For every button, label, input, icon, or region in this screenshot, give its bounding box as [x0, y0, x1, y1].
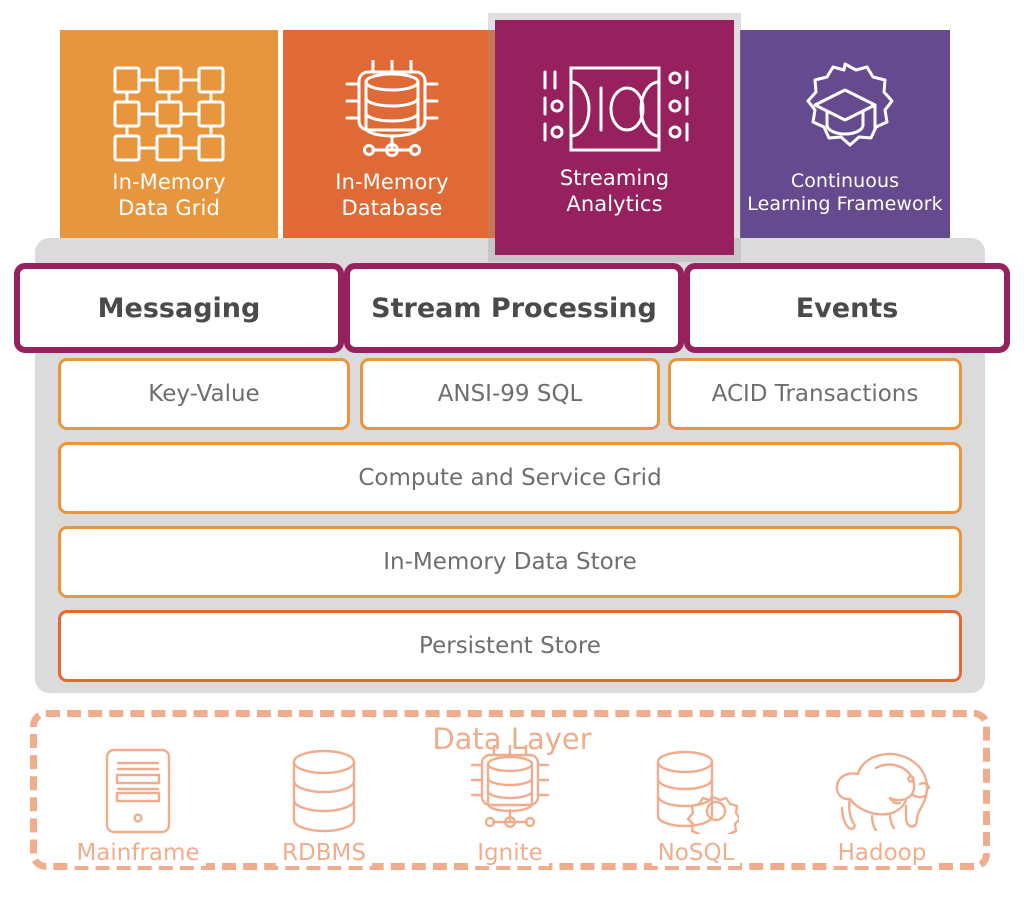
data-source-rdbms[interactable]: RDBMS	[231, 745, 417, 885]
mainframe-tower-icon	[101, 745, 175, 837]
data-source-label: Ignite	[471, 840, 549, 867]
binary-stream-icon	[535, 54, 695, 166]
data-source-label: NoSQL	[651, 840, 741, 867]
platform-header-label: Messaging	[97, 292, 261, 324]
platform-band-compute-and-service-grid[interactable]: Compute and Service Grid	[58, 442, 962, 514]
platform-band-label: Compute and Service Grid	[358, 465, 662, 491]
data-source-nosql[interactable]: NoSQL	[603, 745, 789, 885]
platform-band-in-memory-data-store[interactable]: In-Memory Data Store	[58, 526, 962, 598]
data-source-ignite[interactable]: Ignite	[417, 745, 603, 885]
capability-key-value[interactable]: Key-Value	[58, 358, 350, 430]
solution-card-streaming-analytics[interactable]: Streaming Analytics	[495, 20, 734, 255]
platform-header-label: Stream Processing	[371, 292, 657, 324]
solution-card-label: In-Memory Database	[335, 170, 449, 220]
data-source-hadoop[interactable]: Hadoop	[789, 745, 975, 885]
database-gear-icon	[653, 745, 739, 837]
database-chip-icon	[460, 745, 560, 837]
solution-card-in-memory-data-grid[interactable]: In-Memory Data Grid	[60, 30, 278, 245]
grid-nodes-icon	[111, 58, 227, 170]
data-source-label: Hadoop	[831, 840, 933, 867]
data-layer-items: Mainframe RDBMS Ignite NoSQL Hadoop	[45, 745, 975, 885]
platform-header-stream-processing[interactable]: Stream Processing	[344, 263, 684, 353]
data-source-label: RDBMS	[276, 840, 372, 867]
capability-label: Key-Value	[148, 381, 260, 407]
capability-ansi-99-sql[interactable]: ANSI-99 SQL	[360, 358, 660, 430]
diagram-canvas: In-Memory Data Grid In-Memory Database S…	[0, 0, 1024, 910]
platform-band-label: Persistent Store	[419, 633, 601, 659]
solution-card-label: Continuous Learning Framework	[747, 170, 943, 216]
elephant-icon	[828, 745, 936, 837]
database-chip-icon	[333, 58, 451, 170]
solution-card-label: Streaming Analytics	[559, 166, 670, 216]
capability-acid-transactions[interactable]: ACID Transactions	[668, 358, 962, 430]
solution-card-in-memory-database[interactable]: In-Memory Database	[283, 30, 501, 245]
data-source-label: Mainframe	[70, 840, 206, 867]
database-cylinder-icon	[289, 745, 359, 837]
platform-header-events[interactable]: Events	[684, 263, 1010, 353]
platform-band-label: In-Memory Data Store	[383, 549, 637, 575]
platform-header-messaging[interactable]: Messaging	[14, 263, 344, 353]
capability-label: ACID Transactions	[711, 381, 919, 407]
solution-card-label: In-Memory Data Grid	[112, 170, 226, 220]
gear-graduation-cap-icon	[791, 58, 899, 170]
platform-header-label: Events	[795, 292, 899, 324]
capability-label: ANSI-99 SQL	[437, 381, 583, 407]
data-source-mainframe[interactable]: Mainframe	[45, 745, 231, 885]
solution-card-continuous-learning-framework[interactable]: Continuous Learning Framework	[740, 30, 950, 245]
platform-band-persistent-store[interactable]: Persistent Store	[58, 610, 962, 682]
